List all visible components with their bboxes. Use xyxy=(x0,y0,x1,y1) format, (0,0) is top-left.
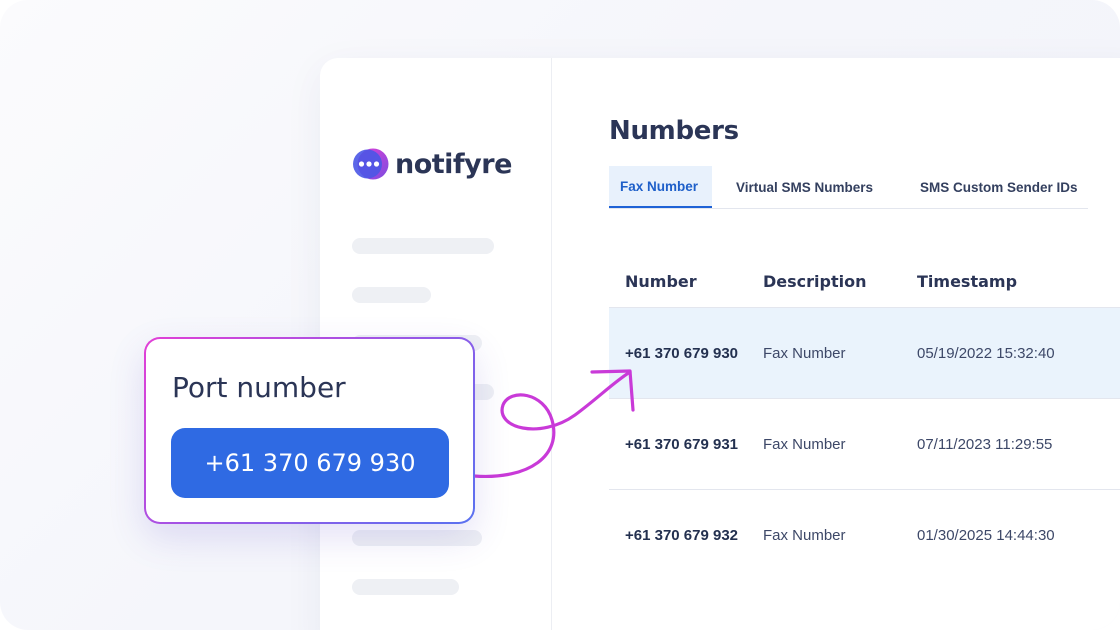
cell-timestamp: 05/19/2022 15:32:40 xyxy=(917,344,1055,362)
brand-name: notifyre xyxy=(395,148,512,180)
table-header: Number Description Timestamp xyxy=(609,256,1120,308)
sidebar-placeholder-item xyxy=(352,287,431,303)
table-row[interactable]: +61 370 679 930 Fax Number 05/19/2022 15… xyxy=(609,308,1120,399)
column-header-description[interactable]: Description xyxy=(763,272,917,291)
sidebar-placeholder-item xyxy=(352,579,459,595)
cell-timestamp: 01/30/2025 14:44:30 xyxy=(917,527,1055,544)
notifyre-logo-icon xyxy=(353,148,389,180)
cell-description: Fax Number xyxy=(763,435,846,453)
marketing-stage: notifyre Numbers Fax Number Virtual SMS … xyxy=(0,0,1120,630)
cell-description: Fax Number xyxy=(763,344,846,362)
sidebar-placeholder-item xyxy=(352,530,482,546)
port-number-card-body: Port number +61 370 679 930 xyxy=(146,339,473,522)
tab-bar: Fax Number Virtual SMS Numbers SMS Custo… xyxy=(609,166,1088,209)
sidebar-placeholder-item xyxy=(352,238,494,254)
cell-number: +61 370 679 932 xyxy=(625,527,739,544)
tab-fax-number[interactable]: Fax Number xyxy=(609,166,712,208)
cell-number: +61 370 679 930 xyxy=(625,344,739,362)
numbers-table: Number Description Timestamp +61 370 679… xyxy=(609,256,1120,581)
page-title: Numbers xyxy=(609,116,739,146)
tab-virtual-sms-numbers[interactable]: Virtual SMS Numbers xyxy=(712,166,906,208)
table-row[interactable]: +61 370 679 932 Fax Number 01/30/2025 14… xyxy=(609,490,1120,581)
cell-timestamp: 07/11/2023 11:29:55 xyxy=(917,435,1053,453)
table-row[interactable]: +61 370 679 931 Fax Number 07/11/2023 11… xyxy=(609,399,1120,490)
main-content: Numbers Fax Number Virtual SMS Numbers S… xyxy=(552,58,1120,630)
column-header-timestamp[interactable]: Timestamp xyxy=(917,272,1120,291)
tab-sms-custom-sender-ids[interactable]: SMS Custom Sender IDs xyxy=(906,166,1078,208)
port-number-title: Port number xyxy=(172,371,346,404)
brand-logo[interactable]: notifyre xyxy=(352,146,512,182)
port-number-card: Port number +61 370 679 930 xyxy=(144,337,475,524)
cell-number: +61 370 679 931 xyxy=(625,435,739,453)
port-number-button[interactable]: +61 370 679 930 xyxy=(171,428,449,498)
cell-description: Fax Number xyxy=(763,527,846,544)
column-header-number[interactable]: Number xyxy=(609,272,763,291)
